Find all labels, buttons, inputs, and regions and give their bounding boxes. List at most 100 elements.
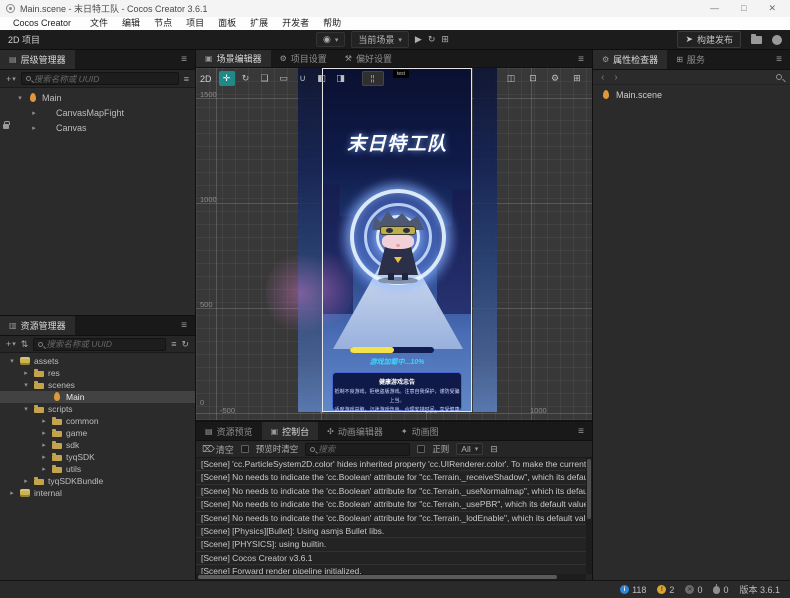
tab-assets[interactable]: ▥ 资源管理器 <box>0 316 75 335</box>
expand-arrow-icon[interactable]: ▾ <box>16 94 24 102</box>
log-row[interactable]: [Scene] No needs to indicate the 'cc.Boo… <box>196 485 586 498</box>
tree-row[interactable]: ▸ internal <box>0 487 195 499</box>
log-row[interactable]: [Scene] No needs to indicate the 'cc.Boo… <box>196 512 586 525</box>
log-row[interactable]: [Scene] No needs to indicate the 'cc.Boo… <box>196 498 586 511</box>
expand-arrow-icon[interactable]: ▾ <box>8 357 16 365</box>
log-row[interactable]: [Scene] [PHYSICS]: using builtin. <box>196 538 586 551</box>
assets-search-input[interactable] <box>46 339 161 349</box>
tree-row[interactable]: ▾ scripts <box>0 403 195 415</box>
build-publish-button[interactable]: ➤ 构建发布 <box>677 31 741 48</box>
tree-row[interactable]: ▸ CanvasMapFight <box>0 105 195 120</box>
console-menu-icon[interactable]: ≡ <box>570 422 592 440</box>
error-counter[interactable]: ✕ 0 <box>685 585 702 595</box>
log-row[interactable]: [Scene] [Physics][Bullet]: Using asmjs B… <box>196 525 586 538</box>
expand-arrow-icon[interactable]: ▸ <box>40 465 48 473</box>
open-folder-icon[interactable] <box>751 36 762 44</box>
sort-assets-icon[interactable]: ⇅ <box>21 339 29 350</box>
tree-row[interactable]: ▸ game <box>0 427 195 439</box>
2d-toggle-button[interactable]: 2D <box>200 74 212 84</box>
refresh-button[interactable]: ↻ <box>428 34 436 45</box>
inspector-menu-icon[interactable]: ≡ <box>768 50 790 69</box>
step-button[interactable]: ⊞ <box>441 34 449 45</box>
space-toggle-icon[interactable]: ◨ <box>333 71 349 86</box>
grid-toggle-icon[interactable]: ⊞ <box>570 71 584 86</box>
pin-icon[interactable] <box>776 74 782 80</box>
menu-item[interactable]: 项目 <box>179 17 211 30</box>
assets-menu-icon[interactable]: ≡ <box>173 316 195 335</box>
hierarchy-search[interactable] <box>21 72 179 85</box>
account-icon[interactable] <box>772 35 782 45</box>
menu-item[interactable]: 扩展 <box>243 17 275 30</box>
tree-row[interactable]: ▸ Canvas <box>0 120 195 135</box>
expand-arrow-icon[interactable]: ▸ <box>30 109 38 117</box>
warning-counter[interactable]: ! 2 <box>657 585 674 595</box>
log-row[interactable]: [Scene] 'cc.ParticleSystem2D.color' hide… <box>196 458 586 471</box>
inspected-node[interactable]: Main.scene <box>593 85 790 105</box>
console-tab[interactable]: ✣ 动画编辑器 <box>318 422 392 440</box>
rotate-tool-icon[interactable]: ↻ <box>238 71 254 86</box>
bug-counter[interactable]: 0 <box>713 585 728 595</box>
close-button[interactable]: ✕ <box>768 0 776 17</box>
menu-item[interactable]: 节点 <box>147 17 179 30</box>
forward-arrow-icon[interactable]: › <box>614 72 617 83</box>
clear-on-preview-checkbox[interactable] <box>241 445 249 453</box>
inspector-tab[interactable]: ⊞ 服务 <box>667 50 714 69</box>
scene-tab[interactable]: ⚙ 项目设置 <box>271 50 336 67</box>
tree-row[interactable]: ▾ assets <box>0 355 195 367</box>
tree-row[interactable]: Main <box>0 391 195 403</box>
expand-arrow-icon[interactable]: ▸ <box>40 453 48 461</box>
tree-row[interactable]: ▾ scenes <box>0 379 195 391</box>
log-row[interactable]: [Scene] Forward render pipeline initiali… <box>196 565 586 574</box>
assets-refresh-icon[interactable]: ↻ <box>181 339 189 350</box>
menu-item[interactable]: 面板 <box>211 17 243 30</box>
menu-item[interactable]: Cocos Creator <box>6 17 83 30</box>
scale-tool-icon[interactable]: ❏ <box>257 71 273 86</box>
inspector-tab[interactable]: ⚙ 属性检查器 <box>593 50 667 69</box>
minimize-button[interactable]: — <box>710 0 719 17</box>
menu-item[interactable]: 文件 <box>83 17 115 30</box>
tree-row[interactable]: ▸ tyqSDK <box>0 451 195 463</box>
snap-settings-button[interactable]: ¦¦ <box>362 71 384 86</box>
tree-row[interactable]: ▸ utils <box>0 463 195 475</box>
play-button[interactable]: ▶ <box>415 34 422 45</box>
split-view-icon[interactable]: ◫ <box>504 71 518 86</box>
tree-row[interactable]: ▸ sdk <box>0 439 195 451</box>
preview-device-select[interactable]: ◉ ▾ <box>316 32 345 47</box>
assets-list-view-icon[interactable]: ≡ <box>171 339 176 349</box>
expand-arrow-icon[interactable]: ▸ <box>8 489 16 497</box>
move-tool-icon[interactable]: ✛ <box>219 71 235 86</box>
scene-menu-icon[interactable]: ≡ <box>570 50 592 68</box>
expand-arrow-icon[interactable]: ▾ <box>22 381 30 389</box>
hierarchy-filter-icon[interactable]: ≡ <box>184 74 189 84</box>
tree-row[interactable]: ▸ common <box>0 415 195 427</box>
tree-row[interactable]: ▸ res <box>0 367 195 379</box>
rect-tool-icon[interactable]: ▭ <box>276 71 292 86</box>
log-level-select[interactable]: All ▾ <box>456 443 483 455</box>
transform-tool-icon[interactable]: ∪ <box>295 71 311 86</box>
scene-gear-icon[interactable]: ⚙ <box>548 71 562 86</box>
expand-arrow-icon[interactable]: ▾ <box>22 405 30 413</box>
pivot-toggle-icon[interactable]: ◧ <box>314 71 330 86</box>
scene-tab[interactable]: ⚒ 偏好设置 <box>336 50 401 67</box>
create-node-button[interactable]: +▾ <box>6 74 16 84</box>
tree-row[interactable]: ▾ Main <box>0 90 195 105</box>
expand-arrow-icon[interactable]: ▸ <box>22 477 30 485</box>
back-arrow-icon[interactable]: ‹ <box>601 72 604 83</box>
log-row[interactable]: [Scene] Cocos Creator v3.6.1 <box>196 552 586 565</box>
assets-search[interactable] <box>33 338 166 351</box>
scene-tab[interactable]: ▣ 场景编辑器 <box>196 50 271 67</box>
camera-preview-icon[interactable]: ⊡ <box>526 71 540 86</box>
info-counter[interactable]: i 118 <box>620 585 646 595</box>
menu-item[interactable]: 编辑 <box>115 17 147 30</box>
scene-viewport[interactable]: 150010005000 -50005001000 末日特工队 test <box>196 68 592 420</box>
expand-arrow-icon[interactable]: ▸ <box>40 441 48 449</box>
hierarchy-search-input[interactable] <box>34 74 174 84</box>
console-search-input[interactable] <box>318 444 405 454</box>
console-search[interactable] <box>305 443 410 456</box>
expand-arrow-icon[interactable]: ▸ <box>40 417 48 425</box>
create-asset-button[interactable]: +▾ <box>6 339 16 349</box>
expand-arrow-icon[interactable]: ▸ <box>40 429 48 437</box>
console-tab[interactable]: ✦ 动画图 <box>392 422 448 440</box>
log-row[interactable]: [Scene] No needs to indicate the 'cc.Boo… <box>196 471 586 484</box>
expand-arrow-icon[interactable]: ▸ <box>22 369 30 377</box>
